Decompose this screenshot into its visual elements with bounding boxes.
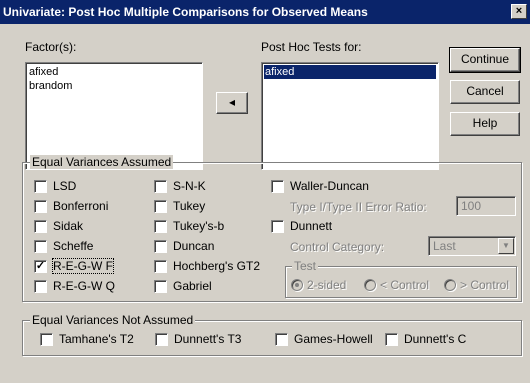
chevron-down-icon[interactable]: ▼	[498, 238, 514, 254]
error-ratio-label: Type I/Type II Error Ratio:	[290, 200, 427, 214]
checkbox-box[interactable]	[34, 220, 47, 233]
arrow-left-icon: ◂	[228, 95, 236, 109]
checkbox-box[interactable]	[271, 180, 284, 193]
checkbox-box-checked[interactable]: ✓	[34, 260, 47, 273]
control-category-value: Last	[433, 239, 456, 253]
checkbox-box[interactable]	[154, 200, 167, 213]
checkbox-box[interactable]	[154, 280, 167, 293]
control-category-label: Control Category:	[290, 240, 385, 254]
checkbox-box[interactable]	[34, 200, 47, 213]
checkbox-box[interactable]	[154, 180, 167, 193]
equal-variances-assumed-label: Equal Variances Assumed	[30, 155, 174, 169]
post-hoc-dialog: Univariate: Post Hoc Multiple Comparison…	[0, 0, 530, 383]
continue-button[interactable]: Continue	[449, 47, 521, 73]
checkbox-box[interactable]	[34, 180, 47, 193]
test-group-label: Test	[292, 259, 319, 273]
close-icon: ×	[515, 5, 523, 17]
checkbox-box[interactable]	[154, 260, 167, 273]
close-button[interactable]: ×	[511, 4, 527, 19]
post-hoc-label: Post Hoc Tests for:	[261, 40, 362, 54]
factors-item-brandom[interactable]: brandom	[28, 79, 200, 93]
cancel-button[interactable]: Cancel	[450, 80, 520, 104]
radio-button[interactable]	[364, 279, 376, 291]
checkbox-box[interactable]	[154, 240, 167, 253]
checkbox-box[interactable]	[275, 333, 288, 346]
checkbox-box[interactable]	[34, 280, 47, 293]
post-hoc-item-afixed[interactable]: afixed	[264, 65, 436, 79]
move-right-button[interactable]: ◂	[216, 92, 248, 114]
equal-variances-not-assumed-label: Equal Variances Not Assumed	[30, 313, 196, 327]
control-category-select[interactable]: Last ▼	[428, 236, 516, 256]
checkbox-box[interactable]	[155, 333, 168, 346]
factors-listbox[interactable]: afixed brandom	[25, 62, 203, 170]
checkbox-box[interactable]	[271, 220, 284, 233]
radio-button[interactable]	[444, 279, 456, 291]
error-ratio-field[interactable]: 100	[456, 196, 516, 216]
radio-button-selected[interactable]	[291, 279, 303, 291]
checkbox-box[interactable]	[34, 240, 47, 253]
factors-item-afixed[interactable]: afixed	[28, 65, 200, 79]
help-button[interactable]: Help	[450, 112, 520, 136]
title-bar[interactable]: Univariate: Post Hoc Multiple Comparison…	[0, 0, 530, 24]
checkbox-box[interactable]	[154, 220, 167, 233]
window-title: Univariate: Post Hoc Multiple Comparison…	[3, 5, 368, 19]
post-hoc-listbox[interactable]: afixed	[261, 62, 439, 170]
checkbox-box[interactable]	[385, 333, 398, 346]
factors-label: Factor(s):	[25, 40, 77, 54]
checkbox-box[interactable]	[40, 333, 53, 346]
